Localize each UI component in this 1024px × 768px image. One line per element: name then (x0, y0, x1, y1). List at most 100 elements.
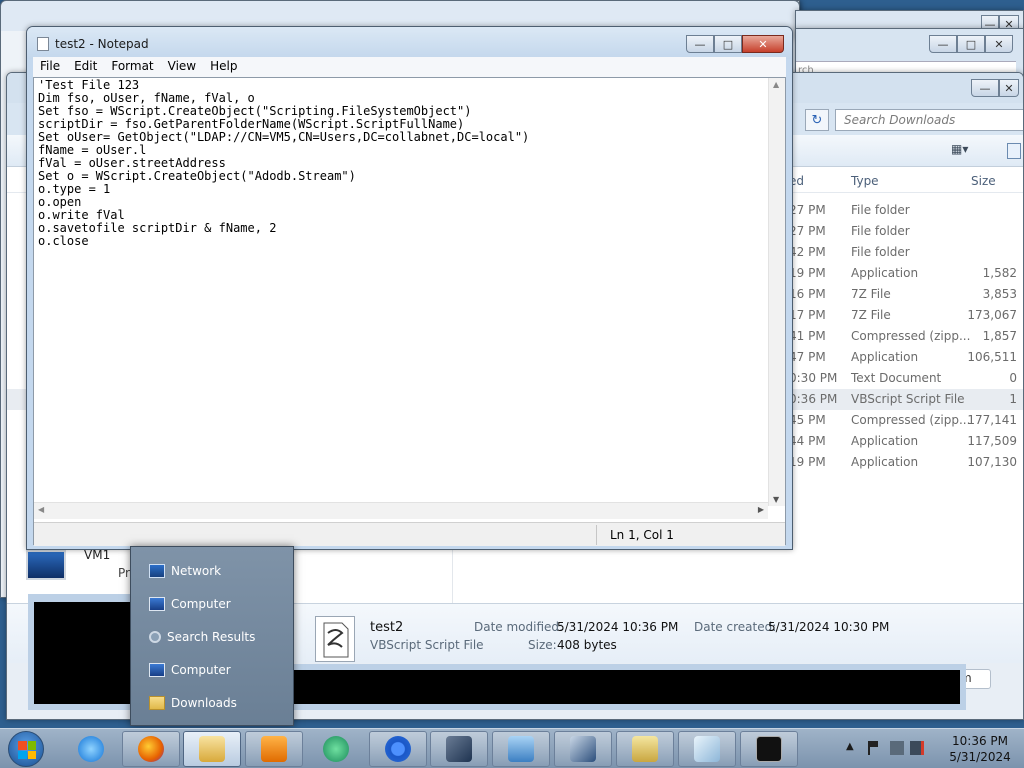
start-button[interactable] (8, 731, 44, 767)
code-line: o.open (38, 195, 82, 209)
row-date-modified: 42 PM (789, 245, 826, 259)
code-line: o.close (38, 234, 89, 248)
command-prompt-icon[interactable] (740, 731, 798, 767)
row-type: Text Document (851, 371, 942, 385)
maximize-icon[interactable]: □ (957, 35, 985, 53)
clock-date: 5/31/2024 (949, 750, 1011, 764)
row-type: Application (851, 266, 919, 280)
jumplist-item-computer[interactable]: Computer (137, 590, 287, 618)
network-tool-icon[interactable] (554, 731, 612, 767)
row-date-modified: 41 PM (789, 329, 826, 343)
clock[interactable]: 10:36 PM 5/31/2024 (940, 733, 1020, 765)
file-explorer-icon[interactable] (183, 731, 241, 767)
notepad-titlebar[interactable]: test2 - Notepad — □ ✕ (27, 27, 792, 59)
window-title: test2 - Notepad (55, 37, 149, 51)
virtualbox-icon[interactable] (430, 731, 488, 767)
jumplist-item-label: Search Results (167, 630, 256, 644)
row-size: 117,509 (967, 434, 1017, 448)
close-button[interactable]: ✕ (742, 35, 784, 53)
minimize-icon[interactable]: — (971, 79, 999, 97)
vertical-scrollbar[interactable]: ▲ ▼ (768, 78, 785, 506)
horizontal-scrollbar[interactable]: ◀ ▶ (34, 502, 768, 519)
size-label: Size: (528, 638, 557, 652)
row-date-modified: 45 PM (789, 413, 826, 427)
monitor-icon (26, 550, 66, 580)
jump-list: Network Computer Search Results Computer… (130, 546, 294, 726)
column-size[interactable]: Size (971, 174, 996, 188)
row-size: 1,857 (982, 329, 1017, 343)
menu-view[interactable]: View (161, 57, 203, 77)
date-modified-value: 5/31/2024 10:36 PM (557, 620, 679, 634)
menu-bar: File Edit Format View Help (33, 57, 786, 77)
notepad-icon (37, 37, 49, 51)
jumplist-item-computer-2[interactable]: Computer (137, 656, 287, 684)
row-type: File folder (851, 245, 910, 259)
show-hidden-icons-icon[interactable]: ▲ (846, 741, 854, 752)
search-tool-icon[interactable] (616, 731, 674, 767)
menu-help[interactable]: Help (203, 57, 244, 77)
size-value: 408 bytes (557, 638, 617, 652)
minimize-icon[interactable]: — (929, 35, 957, 53)
media-player-icon[interactable] (245, 731, 303, 767)
row-date-modified: 19 PM (789, 266, 826, 280)
code-line: o.savetofile scriptDir & fName, 2 (38, 221, 277, 235)
vbscript-file-icon (315, 616, 355, 662)
column-type[interactable]: Type (851, 174, 879, 188)
status-separator (596, 525, 597, 545)
close-icon[interactable]: ✕ (999, 79, 1019, 97)
firefox-icon[interactable] (122, 731, 180, 767)
scroll-right-icon[interactable]: ▶ (758, 505, 764, 514)
row-size: 1,582 (982, 266, 1017, 280)
search-input[interactable]: Search Downloads (835, 109, 1023, 131)
menu-edit[interactable]: Edit (67, 57, 104, 77)
windows-logo-icon (18, 741, 36, 759)
volume-muted-icon[interactable] (910, 741, 924, 755)
background-window-right: — □ ✕ rch (795, 28, 1024, 78)
maximize-button[interactable]: □ (714, 35, 742, 53)
row-type: VBScript Script File (851, 392, 965, 406)
computer-icon (149, 663, 165, 677)
row-size: 173,067 (967, 308, 1017, 322)
chrome-icon[interactable] (369, 731, 427, 767)
downloads-folder-icon (149, 696, 165, 710)
minimize-button[interactable]: — (686, 35, 714, 53)
row-size: 107,130 (967, 455, 1017, 469)
close-icon[interactable]: ✕ (985, 35, 1013, 53)
row-type: Compressed (zipp... (851, 329, 971, 343)
editor-text[interactable]: 'Test File 123 Dim fso, oUser, fName, fVa… (38, 79, 768, 248)
code-line: o.type = 1 (38, 182, 111, 196)
menu-format[interactable]: Format (104, 57, 160, 77)
network-status-icon[interactable] (890, 741, 904, 755)
flag-icon[interactable] (868, 741, 878, 755)
scroll-left-icon[interactable]: ◀ (38, 505, 44, 514)
vm-entry[interactable]: VM1 Pr (26, 546, 146, 586)
text-editor[interactable]: 'Test File 123 Dim fso, oUser, fName, fVa… (33, 77, 786, 546)
refresh-icon[interactable]: ↻ (805, 109, 829, 131)
date-created-value: 5/31/2024 10:30 PM (768, 620, 890, 634)
row-type: 7Z File (851, 287, 891, 301)
scroll-up-icon[interactable]: ▲ (773, 80, 779, 89)
row-date-modified: 44 PM (789, 434, 826, 448)
jumplist-item-search-results[interactable]: Search Results (137, 623, 287, 651)
jumplist-item-network[interactable]: Network (137, 557, 287, 585)
row-type: File folder (851, 224, 910, 238)
internet-explorer-icon[interactable] (62, 731, 120, 767)
vm-name: VM1 (84, 548, 111, 562)
preview-pane-icon[interactable] (1007, 143, 1021, 159)
menu-file[interactable]: File (33, 57, 67, 77)
control-panel-icon[interactable] (492, 731, 550, 767)
row-date-modified: 17 PM (789, 308, 826, 322)
jumplist-item-label: Computer (171, 663, 231, 677)
taskbar: ▲ 10:36 PM 5/31/2024 (0, 728, 1024, 768)
status-bar: Ln 1, Col 1 (34, 522, 785, 546)
notepad-window-icon[interactable] (678, 731, 736, 767)
network-icon (149, 564, 165, 578)
row-type: Application (851, 455, 919, 469)
date-created-label: Date created: (694, 620, 777, 634)
scroll-down-icon[interactable]: ▼ (773, 495, 779, 504)
row-date-modified: 0:36 PM (789, 392, 838, 406)
app-icon[interactable] (307, 731, 365, 767)
change-view-button[interactable]: ▦▾ (951, 142, 991, 160)
jumplist-item-label: Computer (171, 597, 231, 611)
jumplist-item-downloads[interactable]: Downloads (137, 689, 287, 717)
